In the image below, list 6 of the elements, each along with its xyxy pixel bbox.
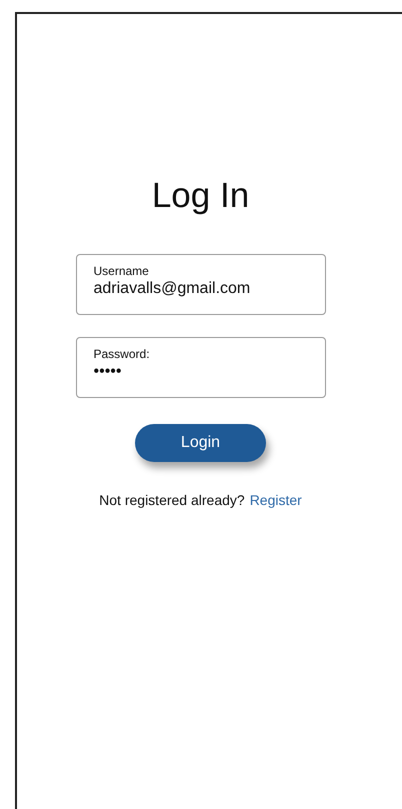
username-field[interactable]: Username adriavalls@gmail.com (76, 254, 326, 315)
page-title: Log In (152, 176, 250, 216)
login-button[interactable]: Login (135, 424, 266, 462)
password-field[interactable]: Password: ••••• (76, 337, 326, 398)
register-prompt: Not registered already? (99, 492, 245, 508)
register-link[interactable]: Register (250, 492, 302, 508)
